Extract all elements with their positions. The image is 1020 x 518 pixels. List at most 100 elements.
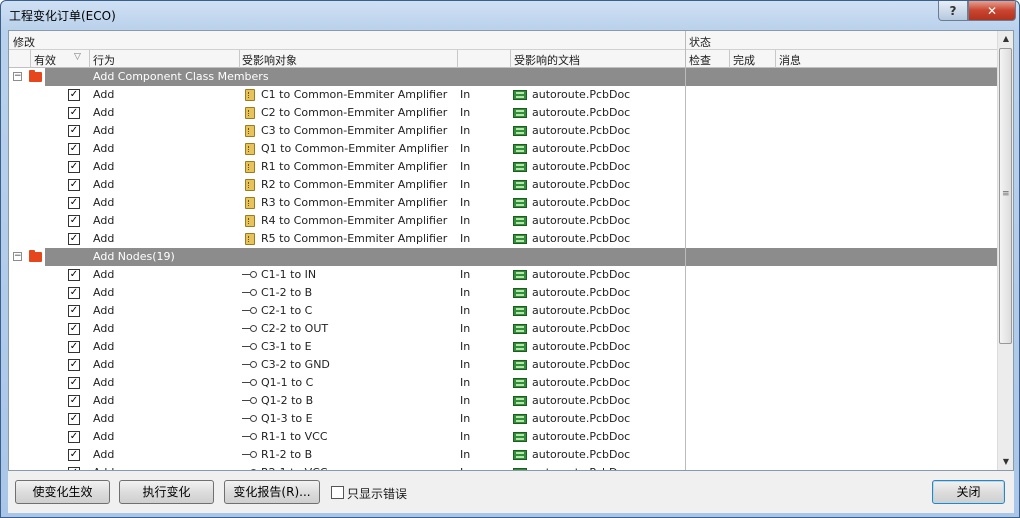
table-row[interactable]: ✓ Add C2-1 to C In autoroute.PcbDoc — [9, 302, 997, 320]
enabled-checkbox[interactable]: ✓ — [68, 395, 80, 407]
table-row[interactable]: ✓ Add Q1 to Common-Emmiter Amplifier In auto… — [9, 140, 997, 158]
table-row[interactable]: ✓ Add R3 to Common-Emmiter Amplifier In auto… — [9, 194, 997, 212]
errors-only-checkbox[interactable] — [331, 486, 344, 499]
enabled-checkbox[interactable]: ✓ — [68, 179, 80, 191]
table-row[interactable]: ✓ Add R1-1 to VCC In autoroute.PcbDoc — [9, 428, 997, 446]
affected-document-cell: autoroute.PcbDoc — [532, 214, 631, 227]
affected-object-cell: Q1 to Common-Emmiter Amplifier — [261, 142, 449, 155]
sort-icon: ▽ — [74, 52, 81, 62]
affected-document-cell: autoroute.PcbDoc — [532, 178, 631, 191]
column-check[interactable]: 检查 — [689, 52, 711, 68]
group-row[interactable]: − Add Nodes(19) — [9, 248, 997, 266]
enabled-checkbox[interactable]: ✓ — [68, 89, 80, 101]
action-cell: Add — [93, 88, 115, 101]
component-icon — [245, 179, 255, 191]
affected-document-cell: autoroute.PcbDoc — [532, 412, 631, 425]
table-row[interactable]: ✓ Add C2-2 to OUT In autoroute.PcbDoc — [9, 320, 997, 338]
direction-cell: In — [460, 232, 471, 245]
table-row[interactable]: ✓ Add C3-2 to GND In autoroute.PcbDoc — [9, 356, 997, 374]
table-row[interactable]: ✓ Add R2-1 to VCC In autoroute.PcbDoc — [9, 464, 997, 470]
affected-object-cell: C1-1 to IN — [261, 268, 317, 281]
table-row[interactable]: ✓ Add Q1-2 to B In autoroute.PcbDoc — [9, 392, 997, 410]
enabled-checkbox[interactable]: ✓ — [68, 197, 80, 209]
enabled-checkbox[interactable]: ✓ — [68, 125, 80, 137]
status-divider — [685, 31, 686, 470]
table-row[interactable]: ✓ Add C1 to Common-Emmiter Amplifier In auto… — [9, 86, 997, 104]
enabled-checkbox[interactable]: ✓ — [68, 269, 80, 281]
execute-changes-button[interactable]: 执行变化 — [119, 480, 214, 504]
close-icon: ✕ — [986, 3, 998, 18]
validate-changes-button[interactable]: 使变化生效 — [15, 480, 110, 504]
table-row[interactable]: ✓ Add C1-1 to IN In autoroute.PcbDoc — [9, 266, 997, 284]
scroll-thumb[interactable]: ≡ — [999, 48, 1012, 344]
affected-document-cell: autoroute.PcbDoc — [532, 142, 631, 155]
node-icon — [242, 361, 257, 369]
enabled-checkbox[interactable]: ✓ — [68, 341, 80, 353]
table-row[interactable]: ✓ Add C3-1 to E In autoroute.PcbDoc — [9, 338, 997, 356]
enabled-checkbox[interactable]: ✓ — [68, 449, 80, 461]
table-row[interactable]: ✓ Add Q1-1 to C In autoroute.PcbDoc — [9, 374, 997, 392]
window-close-button[interactable]: ✕ — [968, 1, 1016, 21]
enabled-checkbox[interactable]: ✓ — [68, 323, 80, 335]
direction-cell: In — [460, 430, 471, 443]
affected-document-cell: autoroute.PcbDoc — [532, 268, 631, 281]
title-bar: 工程变化订单(ECO) ? ✕ — [1, 1, 1019, 29]
table-row[interactable]: ✓ Add C3 to Common-Emmiter Amplifier In auto… — [9, 122, 997, 140]
action-cell: Add — [93, 358, 115, 371]
header-status: 状态 — [689, 36, 711, 49]
pcb-document-icon — [513, 396, 527, 406]
vertical-scrollbar[interactable]: ▲ ≡ ▼ — [997, 31, 1013, 470]
affected-document-cell: autoroute.PcbDoc — [532, 304, 631, 317]
node-icon — [242, 289, 257, 297]
collapse-icon[interactable]: − — [13, 252, 22, 261]
affected-object-cell: C2-1 to C — [261, 304, 313, 317]
table-row[interactable]: ✓ Add R2 to Common-Emmiter Amplifier In auto… — [9, 176, 997, 194]
enabled-checkbox[interactable]: ✓ — [68, 305, 80, 317]
enabled-checkbox[interactable]: ✓ — [68, 287, 80, 299]
column-action[interactable]: 行为 — [93, 52, 115, 68]
pcb-document-icon — [513, 216, 527, 226]
action-cell: Add — [93, 286, 115, 299]
enabled-checkbox[interactable]: ✓ — [68, 377, 80, 389]
enabled-checkbox[interactable]: ✓ — [68, 431, 80, 443]
scroll-up-icon[interactable]: ▲ — [998, 31, 1013, 47]
table-row[interactable]: ✓ Add R4 to Common-Emmiter Amplifier In auto… — [9, 212, 997, 230]
enabled-checkbox[interactable]: ✓ — [68, 143, 80, 155]
node-icon — [242, 451, 257, 459]
affected-document-cell: autoroute.PcbDoc — [532, 340, 631, 353]
table-row[interactable]: ✓ Add R5 to Common-Emmiter Amplifier In auto… — [9, 230, 997, 248]
table-row[interactable]: ✓ Add C2 to Common-Emmiter Amplifier In auto… — [9, 104, 997, 122]
direction-cell: In — [460, 178, 471, 191]
column-message[interactable]: 消息 — [779, 52, 801, 68]
table-row[interactable]: ✓ Add Q1-3 to E In autoroute.PcbDoc — [9, 410, 997, 428]
help-button[interactable]: ? — [938, 1, 968, 21]
enabled-checkbox[interactable]: ✓ — [68, 215, 80, 227]
column-enabled[interactable]: 有效 — [34, 52, 56, 68]
enabled-checkbox[interactable]: ✓ — [68, 161, 80, 173]
column-done[interactable]: 完成 — [733, 52, 755, 68]
enabled-checkbox[interactable]: ✓ — [68, 413, 80, 425]
affected-object-cell: C1-2 to B — [261, 286, 313, 299]
direction-cell: In — [460, 286, 471, 299]
pcb-document-icon — [513, 162, 527, 172]
table-row[interactable]: ✓ Add R1 to Common-Emmiter Amplifier In auto… — [9, 158, 997, 176]
group-row[interactable]: − Add Component Class Members — [9, 68, 997, 86]
direction-cell: In — [460, 304, 471, 317]
scroll-down-icon[interactable]: ▼ — [998, 454, 1013, 470]
change-report-button[interactable]: 变化报告(R)... — [224, 480, 320, 504]
close-button[interactable]: 关闭 — [932, 480, 1005, 504]
header-modify: 修改 — [13, 36, 35, 49]
affected-object-cell: R4 to Common-Emmiter Amplifier — [261, 214, 448, 227]
component-icon — [245, 197, 255, 209]
action-cell: Add — [93, 124, 115, 137]
enabled-checkbox[interactable]: ✓ — [68, 233, 80, 245]
table-row[interactable]: ✓ Add C1-2 to B In autoroute.PcbDoc — [9, 284, 997, 302]
enabled-checkbox[interactable]: ✓ — [68, 107, 80, 119]
table-row[interactable]: ✓ Add R1-2 to B In autoroute.PcbDoc — [9, 446, 997, 464]
enabled-checkbox[interactable]: ✓ — [68, 359, 80, 371]
enabled-checkbox[interactable]: ✓ — [68, 467, 80, 470]
collapse-icon[interactable]: − — [13, 72, 22, 81]
column-affected-object[interactable]: 受影响对象 — [242, 52, 297, 68]
node-icon — [242, 307, 257, 315]
column-affected-document[interactable]: 受影响的文档 — [514, 52, 580, 68]
